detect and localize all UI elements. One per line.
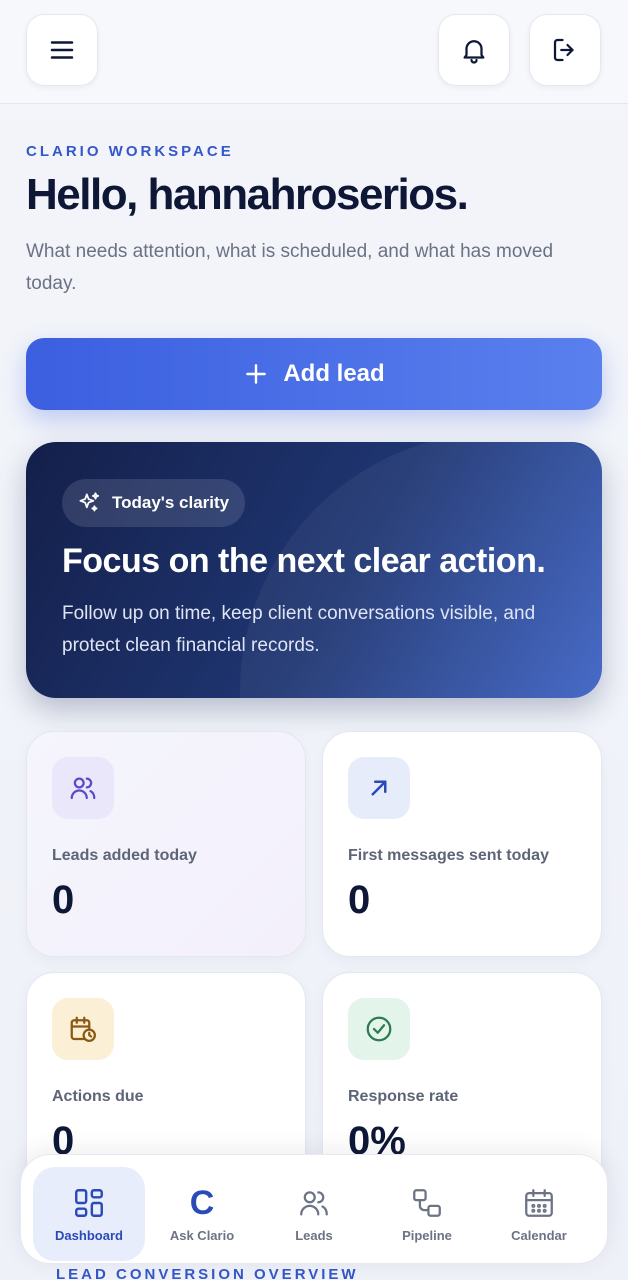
stat-label: Response rate: [348, 1088, 459, 1105]
nav-item-dashboard[interactable]: Dashboard: [33, 1167, 145, 1261]
nav-label: Calendar: [511, 1227, 567, 1243]
stat-label: First messages sent today: [348, 847, 549, 864]
users-icon: [70, 777, 96, 800]
add-lead-label: Add lead: [283, 360, 385, 387]
stat-label: Actions due: [52, 1088, 144, 1105]
nav-label: Pipeline: [402, 1227, 452, 1243]
stat-card-leads-added[interactable]: Leads added today 0: [26, 731, 306, 957]
stat-icon-wrap: [348, 757, 410, 819]
bell-icon: [463, 40, 485, 64]
hero-title: Focus on the next clear action.: [62, 542, 546, 580]
clario-c-icon: C: [189, 1183, 215, 1222]
nav-item-leads[interactable]: Leads: [258, 1167, 370, 1261]
stat-icon-wrap: [52, 757, 114, 819]
lead-conversion-section-title: LEAD CONVERSION OVERVIEW: [56, 1266, 359, 1280]
nav-item-ask-clario[interactable]: C Ask Clario: [146, 1167, 258, 1261]
greeting-title: Hello, hannahroserios.: [26, 170, 469, 219]
calendar-clock-icon: [70, 1016, 96, 1042]
arrow-up-right-icon: [371, 780, 387, 796]
greeting-subtitle: What needs attention, what is scheduled,…: [26, 241, 554, 294]
notifications-button[interactable]: [438, 14, 510, 86]
logout-button[interactable]: [529, 14, 601, 86]
hero-text: Follow up on time, keep client conversat…: [62, 603, 536, 656]
stat-value: 0: [52, 878, 75, 922]
clarity-hero-card: Today's clarity Focus on the next clear …: [26, 442, 602, 698]
logout-icon: [553, 38, 574, 62]
stat-value: 0: [348, 878, 371, 922]
clarity-pill-label: Today's clarity: [112, 493, 230, 512]
dashboard-icon: [75, 1188, 103, 1217]
clarity-pill: Today's clarity: [62, 479, 246, 527]
bottom-navigation: Dashboard C Ask Clario Leads Pipeline Ca…: [20, 1154, 608, 1264]
nav-label: Dashboard: [55, 1227, 123, 1243]
nav-label: Ask Clario: [169, 1227, 235, 1243]
hamburger-icon: [50, 41, 74, 59]
top-bar: [0, 0, 628, 104]
workspace-eyebrow: CLARIO WORKSPACE: [26, 143, 234, 160]
users-icon: [300, 1190, 328, 1215]
calendar-icon: [525, 1188, 553, 1217]
menu-button[interactable]: [26, 14, 98, 86]
check-circle-icon: [366, 1016, 392, 1042]
stat-icon-wrap: [52, 998, 114, 1060]
nav-label: Leads: [295, 1227, 333, 1243]
plus-icon: [246, 364, 267, 384]
stat-icon-wrap: [348, 998, 410, 1060]
pipeline-icon: [413, 1188, 441, 1217]
stat-card-first-messages[interactable]: First messages sent today 0: [322, 731, 602, 957]
sparkles-icon: [79, 492, 100, 512]
nav-item-calendar[interactable]: Calendar: [483, 1167, 595, 1261]
stat-label: Leads added today: [52, 847, 197, 864]
add-lead-button[interactable]: Add lead: [26, 338, 602, 410]
nav-item-pipeline[interactable]: Pipeline: [371, 1167, 483, 1261]
